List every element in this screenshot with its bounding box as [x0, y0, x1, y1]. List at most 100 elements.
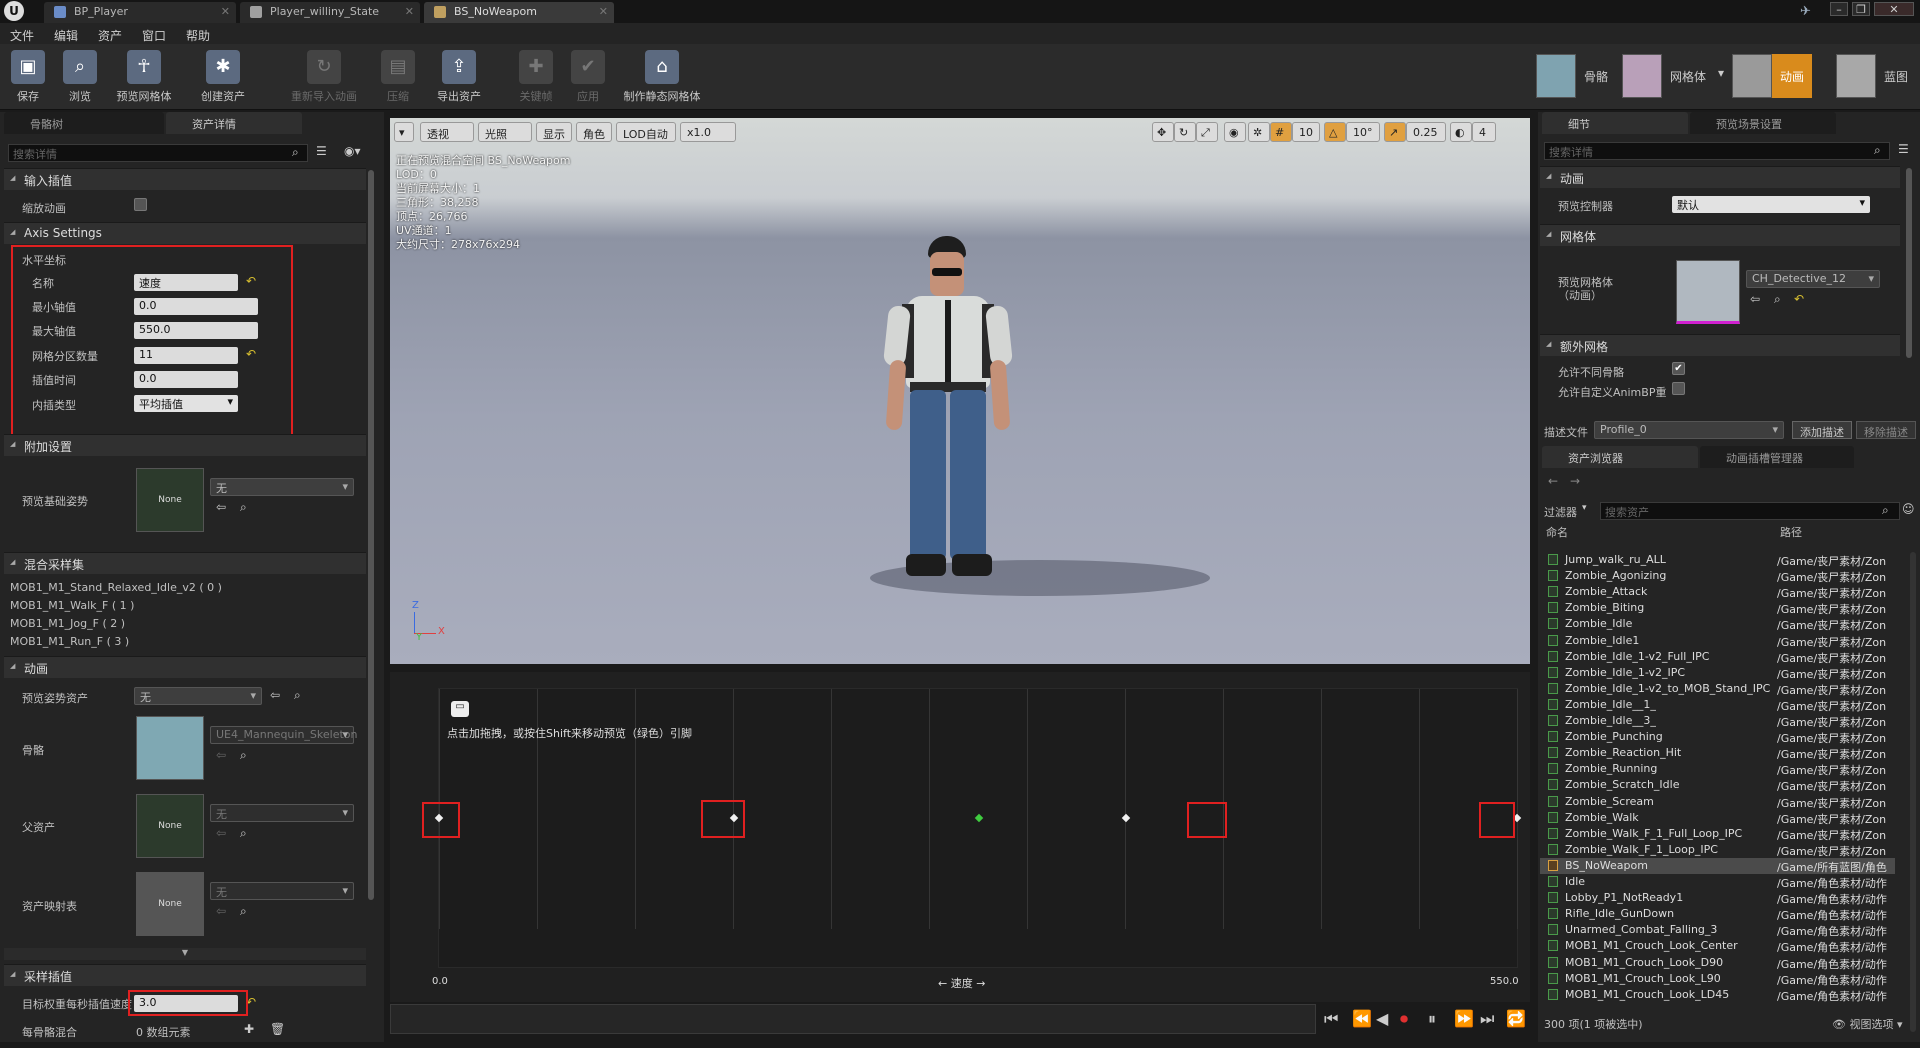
- sample-item[interactable]: MOB1_M1_Walk_F ( 1 ): [10, 599, 134, 612]
- blendspace-grid[interactable]: ▭ 点击加拖拽，或按住Shift来移动预览（绿色）引脚: [434, 688, 1522, 968]
- world-space-icon[interactable]: ◉: [1224, 122, 1246, 142]
- notification-icon[interactable]: ✈: [1800, 4, 1811, 19]
- camera-speed-icon[interactable]: ◐: [1450, 122, 1472, 142]
- loop-icon[interactable]: 🔁: [1506, 1009, 1526, 1028]
- viewport[interactable]: ▾ 透视 光照 显示 角色 LOD自动 x1.0 ✥ ↻ ⤢ ◉ ✲ # 10 …: [390, 118, 1530, 664]
- asset-row[interactable]: MOB1_M1_Crouch_Look_LD45/Game/角色素材/动作: [1540, 987, 1895, 1003]
- asset-mapping-dropdown[interactable]: 无: [210, 882, 354, 900]
- profile-dropdown[interactable]: Profile_0: [1594, 421, 1784, 439]
- browse-button[interactable]: ⌕ 浏览: [54, 48, 106, 108]
- menu-edit[interactable]: 编辑: [54, 27, 78, 44]
- create-asset-button[interactable]: ✱ 创建资产: [190, 48, 256, 108]
- search-icon[interactable]: ⌕: [240, 904, 247, 919]
- close-icon[interactable]: ✕: [405, 5, 414, 18]
- skeleton-thumbnail[interactable]: [136, 716, 204, 780]
- asset-row[interactable]: MOB1_M1_Crouch_Look_L90/Game/角色素材/动作: [1540, 971, 1895, 987]
- asset-row[interactable]: Unarmed_Combat_Falling_3/Game/角色素材/动作: [1540, 922, 1895, 938]
- skeleton-dropdown[interactable]: UE4_Mannequin_Skeleton: [210, 726, 358, 744]
- close-icon[interactable]: ✕: [221, 5, 230, 18]
- surface-snap-icon[interactable]: ✲: [1248, 122, 1270, 142]
- show-button[interactable]: 显示: [536, 122, 572, 142]
- menu-help[interactable]: 帮助: [186, 27, 210, 44]
- minimize-button[interactable]: –: [1830, 2, 1848, 16]
- skip-to-start-icon[interactable]: ⏮: [1324, 1009, 1338, 1029]
- asset-row[interactable]: Zombie_Walk_F_1_Full_Loop_IPC/Game/丧尸素材/…: [1540, 826, 1895, 842]
- chevron-down-icon[interactable]: ▾: [1718, 66, 1724, 80]
- perspective-button[interactable]: 透视: [420, 122, 474, 142]
- translate-icon[interactable]: ✥: [1152, 122, 1174, 142]
- tab-preview-settings[interactable]: 预览场景设置: [1690, 112, 1836, 134]
- preview-mesh-thumbnail[interactable]: [1676, 260, 1740, 324]
- sample-item[interactable]: MOB1_M1_Stand_Relaxed_Idle_v2 ( 0 ): [10, 581, 222, 594]
- section-axis-settings[interactable]: Axis Settings: [4, 222, 366, 244]
- asset-row[interactable]: Zombie_Punching/Game/丧尸素材/Zon: [1540, 729, 1895, 745]
- close-icon[interactable]: ✕: [599, 5, 608, 18]
- lit-button[interactable]: 光照: [478, 122, 532, 142]
- section-animation[interactable]: 动画: [1540, 166, 1900, 188]
- preview-pin[interactable]: [974, 813, 984, 823]
- tab-details[interactable]: 细节: [1542, 112, 1688, 134]
- asset-row[interactable]: Zombie_Idle/Game/丧尸素材/Zon: [1540, 616, 1895, 632]
- preview-mesh-dropdown[interactable]: CH_Detective_12: [1746, 270, 1880, 288]
- preview-controller-dropdown[interactable]: 默认: [1672, 196, 1870, 213]
- asset-row[interactable]: Zombie_Idle_1-v2_IPC/Game/丧尸素材/Zon: [1540, 665, 1895, 681]
- close-window-button[interactable]: ✕: [1874, 2, 1914, 16]
- asset-row[interactable]: Zombie_Walk_F_1_Loop_IPC/Game/丧尸素材/Zon: [1540, 842, 1895, 858]
- step-back-icon[interactable]: ⏪: [1352, 1009, 1372, 1028]
- base-pose-thumbnail[interactable]: None: [136, 468, 204, 532]
- list-view-icon[interactable]: ☰: [1898, 142, 1909, 156]
- asset-row[interactable]: Rifle_Idle_GunDown/Game/角色素材/动作: [1540, 906, 1895, 922]
- menu-file[interactable]: 文件: [10, 27, 34, 44]
- tab-asset-browser[interactable]: 资产浏览器: [1542, 446, 1698, 468]
- step-forward-icon[interactable]: ⏩: [1454, 1009, 1474, 1028]
- asset-row[interactable]: Zombie_Idle1/Game/丧尸素材/Zon: [1540, 633, 1895, 649]
- asset-row[interactable]: Zombie_Scream/Game/丧尸素材/Zon: [1540, 794, 1895, 810]
- arrow-left-icon[interactable]: ⇦: [216, 904, 226, 918]
- search-icon[interactable]: ⌕: [294, 688, 301, 703]
- scrollbar[interactable]: [368, 170, 374, 900]
- base-pose-dropdown[interactable]: 无: [210, 478, 354, 496]
- save-button[interactable]: ▣ 保存: [2, 48, 54, 108]
- section-mesh[interactable]: 网格体: [1540, 224, 1900, 246]
- compress-button[interactable]: ▤ 压缩: [372, 48, 424, 108]
- arrow-left-icon[interactable]: ⇦: [270, 688, 280, 702]
- tab-skeleton-tree[interactable]: 骨骼树: [4, 112, 164, 134]
- make-static-mesh-button[interactable]: ⌂ 制作静态网格体: [616, 48, 708, 108]
- search-icon[interactable]: ⌕: [240, 748, 247, 763]
- viewport-options-button[interactable]: ▾: [394, 122, 414, 142]
- mode-mesh[interactable]: 网格体 ▾: [1622, 54, 1724, 98]
- user-icon[interactable]: ☺: [1902, 502, 1915, 516]
- mode-animation[interactable]: 动画: [1732, 54, 1812, 98]
- section-extra-mesh[interactable]: 额外网格: [1540, 334, 1900, 356]
- back-icon[interactable]: ←: [1548, 474, 1558, 488]
- sample-point[interactable]: [1121, 813, 1131, 823]
- asset-row[interactable]: Zombie_Running/Game/丧尸素材/Zon: [1540, 761, 1895, 777]
- unreal-logo-icon[interactable]: U: [4, 1, 24, 21]
- skip-to-end-icon[interactable]: ⏭: [1480, 1009, 1494, 1029]
- parent-asset-dropdown[interactable]: 无: [210, 804, 354, 822]
- reimport-button[interactable]: ↻ 重新导入动画: [284, 48, 364, 108]
- remove-profile-button[interactable]: 移除描述: [1856, 421, 1916, 439]
- maximize-button[interactable]: ❐: [1852, 2, 1870, 16]
- scale-anim-checkbox[interactable]: [134, 198, 147, 211]
- section-animation[interactable]: 动画: [4, 656, 366, 678]
- asset-row[interactable]: Zombie_Attack/Game/丧尸素材/Zon: [1540, 584, 1895, 600]
- keyframe-button[interactable]: ✚ 关键帧: [510, 48, 562, 108]
- asset-row[interactable]: Idle/Game/角色素材/动作: [1540, 874, 1895, 890]
- asset-row[interactable]: Lobby_P1_NotReady1/Game/角色素材/动作: [1540, 890, 1895, 906]
- allow-diff-skeleton-checkbox[interactable]: ✔: [1672, 362, 1685, 375]
- view-options-button[interactable]: 👁 视图选项 ▾: [1832, 1016, 1903, 1032]
- preview-mesh-button[interactable]: ☥ 预览网格体: [108, 48, 180, 108]
- mode-blueprint[interactable]: 蓝图: [1836, 54, 1916, 98]
- parent-asset-thumbnail[interactable]: None: [136, 794, 204, 858]
- search-icon[interactable]: ⌕: [240, 500, 247, 515]
- sample-item[interactable]: MOB1_M1_Jog_F ( 2 ): [10, 617, 125, 630]
- scale-snap-value[interactable]: 0.25: [1406, 122, 1446, 142]
- eye-icon[interactable]: ◉▾: [344, 144, 361, 158]
- arrow-left-icon[interactable]: ⇦: [216, 748, 226, 762]
- details-search-input[interactable]: 搜索详情: [1544, 142, 1890, 160]
- tab-asset-details[interactable]: 资产详情: [166, 112, 302, 134]
- trash-icon[interactable]: 🗑: [270, 1022, 285, 1036]
- asset-row[interactable]: Zombie_Idle_1-v2_to_MOB_Stand_IPC/Game/丧…: [1540, 681, 1895, 697]
- expand-more-icon[interactable]: ▼: [4, 948, 366, 960]
